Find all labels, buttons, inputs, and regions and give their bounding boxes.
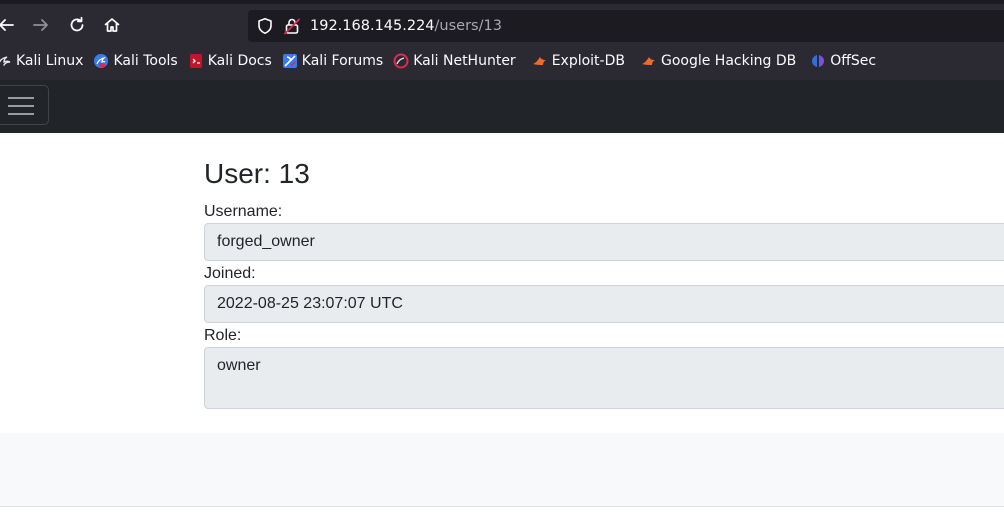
page-footer — [0, 433, 1004, 506]
kali-dragon-icon — [0, 53, 12, 69]
url-host: 192.168.145.224 — [310, 18, 435, 34]
bookmark-exploit-db[interactable]: Exploit-DB — [528, 49, 629, 73]
username-label: Username: — [204, 203, 283, 220]
forward-button[interactable] — [26, 10, 56, 40]
main-content: User: 13 Username: forged_owner Joined: … — [0, 133, 1004, 433]
bookmark-label: Kali Docs — [207, 53, 272, 69]
bookmark-label: Kali NetHunter — [413, 53, 516, 69]
bookmark-kali-linux[interactable]: Kali Linux — [0, 49, 87, 73]
arrow-left-icon — [0, 19, 14, 31]
bookmark-label: Kali Linux — [16, 53, 84, 69]
navigation-toolbar: 192.168.145.224/users/13 — [0, 6, 1004, 44]
username-field[interactable]: forged_owner — [204, 223, 1004, 261]
kali-nethunter-icon — [393, 53, 409, 69]
reload-icon — [70, 16, 84, 32]
kali-tools-icon — [93, 53, 109, 69]
insecure-lock-icon[interactable] — [283, 17, 301, 35]
offsec-icon — [810, 53, 826, 69]
bookmark-label: OffSec — [830, 53, 877, 69]
bookmark-kali-nethunter[interactable]: Kali NetHunter — [389, 49, 519, 73]
ghdb-icon — [641, 53, 657, 69]
joined-label: Joined: — [204, 265, 256, 282]
joined-field[interactable]: 2022-08-25 23:07:07 UTC — [204, 285, 1004, 323]
role-field[interactable]: owner — [204, 347, 1004, 409]
browser-chrome: 192.168.145.224/users/13 Kali Linux Kali… — [0, 0, 1004, 80]
kali-forums-icon — [282, 53, 298, 69]
bookmark-kali-forums[interactable]: Kali Forums — [278, 49, 387, 73]
bookmark-label: Exploit-DB — [551, 53, 625, 69]
home-button[interactable] — [97, 10, 127, 40]
bookmark-google-hacking-db[interactable]: Google Hacking DB — [637, 49, 800, 73]
url-path: /users/13 — [434, 18, 502, 34]
address-bar[interactable]: 192.168.145.224/users/13 — [248, 10, 1004, 42]
bookmark-label: Google Hacking DB — [660, 53, 797, 69]
bookmark-kali-tools[interactable]: Kali Tools — [89, 49, 181, 73]
exploit-db-icon — [532, 53, 548, 69]
role-label: Role: — [204, 327, 242, 344]
tracking-protection-shield-icon[interactable] — [256, 17, 274, 35]
url-text[interactable]: 192.168.145.224/users/13 — [310, 17, 502, 35]
bookmark-label: Kali Forums — [301, 53, 384, 69]
kali-docs-icon — [188, 53, 204, 69]
page-title: User: 13 — [204, 158, 310, 189]
bookmark-offsec[interactable]: OffSec — [806, 49, 880, 73]
home-icon — [104, 18, 120, 32]
navbar-toggler-button[interactable] — [0, 85, 49, 125]
reload-button[interactable] — [62, 10, 92, 40]
bookmark-kali-docs[interactable]: Kali Docs — [184, 49, 276, 73]
bookmarks-toolbar: Kali Linux Kali Tools Kali Docs Kali For… — [0, 48, 1004, 74]
back-button[interactable] — [0, 10, 21, 40]
site-navbar — [0, 80, 1004, 133]
tab-strip-edge — [0, 0, 1004, 4]
bookmark-label: Kali Tools — [113, 53, 178, 69]
footer-divider — [0, 506, 1004, 507]
arrow-right-icon — [33, 19, 48, 31]
